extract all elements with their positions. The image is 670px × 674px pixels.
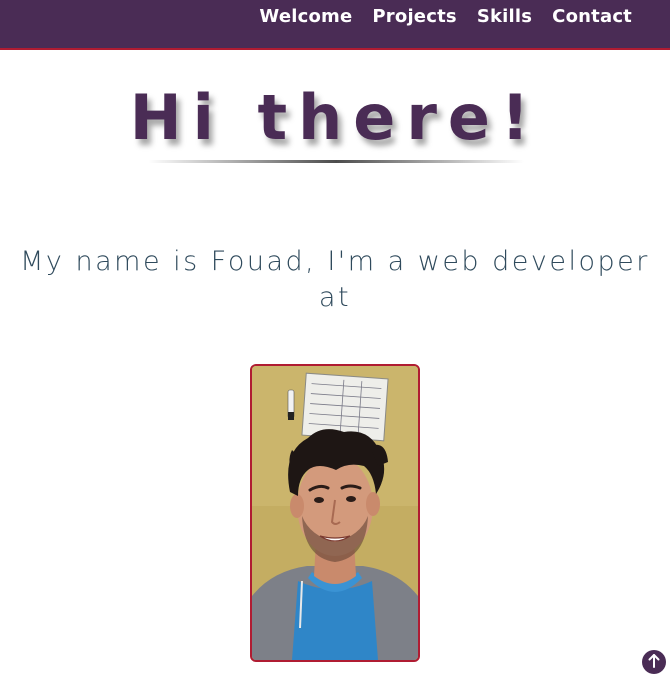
nav-item-skills: Skills bbox=[477, 6, 532, 27]
nav-link-contact[interactable]: Contact bbox=[552, 6, 632, 27]
nav-item-projects: Projects bbox=[372, 6, 456, 27]
nav-item-welcome: Welcome bbox=[259, 6, 352, 27]
hero-title: Hi there! bbox=[129, 81, 541, 154]
nav-item-contact: Contact bbox=[552, 6, 632, 27]
intro-text: My name is Fouad, I'm a web developer at bbox=[20, 246, 650, 313]
back-to-top-button[interactable] bbox=[642, 650, 666, 674]
title-divider bbox=[148, 160, 524, 163]
top-navbar: Welcome Projects Skills Contact bbox=[0, 0, 670, 50]
nav-menu: Welcome Projects Skills Contact bbox=[259, 6, 632, 27]
nav-link-welcome[interactable]: Welcome bbox=[259, 6, 352, 27]
nav-link-skills[interactable]: Skills bbox=[477, 6, 532, 27]
profile-photo bbox=[250, 364, 420, 662]
nav-link-projects[interactable]: Projects bbox=[372, 6, 456, 27]
profile-photo-illustration bbox=[252, 366, 418, 660]
arrow-up-icon bbox=[648, 654, 660, 668]
